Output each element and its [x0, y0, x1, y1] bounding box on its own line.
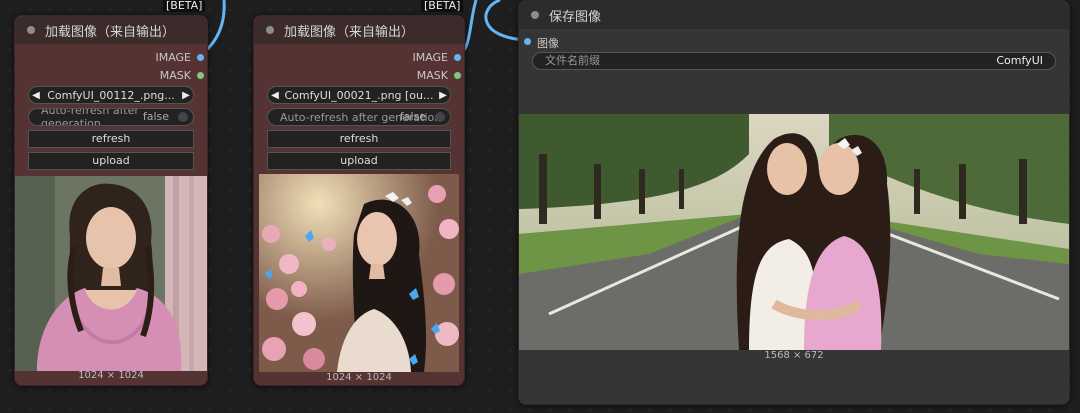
two-women-embracing-road-image: [519, 114, 1069, 350]
image-combo[interactable]: ◀ ComfyUI_00112_.png... ▶: [28, 86, 194, 104]
image-dimensions: 1024 × 1024: [326, 372, 392, 383]
toggle-knob: [178, 112, 188, 122]
portrait-butterflies-roses-image: [259, 174, 459, 372]
mask-output-label: MASK: [159, 69, 191, 82]
refresh-button[interactable]: refresh: [28, 130, 194, 148]
mask-output-slot[interactable]: [454, 72, 461, 79]
image-output-slot[interactable]: [454, 54, 461, 61]
toggle-knob: [435, 112, 445, 122]
upload-button[interactable]: upload: [267, 152, 451, 170]
collapse-dot-icon[interactable]: [531, 11, 539, 19]
arrow-right-icon[interactable]: ▶: [436, 90, 450, 101]
load-image-node-2[interactable]: 加载图像（来自输出） IMAGE MASK ◀ ComfyUI_00021_.p…: [253, 15, 465, 386]
mask-output-slot[interactable]: [197, 72, 204, 79]
image-dimensions: 1024 × 1024: [78, 370, 144, 381]
image-combo[interactable]: ◀ ComfyUI_00021_.png [ou... ▶: [267, 86, 451, 104]
filename-prefix-field[interactable]: 文件名前缀 ComfyUI: [532, 52, 1056, 70]
collapse-dot-icon[interactable]: [27, 26, 35, 34]
node-title: 加载图像（来自输出）: [45, 24, 176, 40]
image-input-label: 图像: [537, 37, 559, 50]
node-title-bar[interactable]: 加载图像（来自输出）: [15, 16, 207, 44]
node-title-bar[interactable]: 加载图像（来自输出）: [254, 16, 464, 44]
image-preview[interactable]: [519, 114, 1069, 350]
image-output-slot[interactable]: [197, 54, 204, 61]
beta-badge: [BETA]: [421, 0, 464, 12]
arrow-left-icon[interactable]: ◀: [268, 90, 282, 101]
upload-button[interactable]: upload: [28, 152, 194, 170]
mask-output-label: MASK: [416, 69, 448, 82]
image-output-label: IMAGE: [412, 51, 448, 64]
refresh-button[interactable]: refresh: [267, 130, 451, 148]
save-image-node[interactable]: 保存图像 图像 文件名前缀 ComfyUI 1568 × 672: [518, 0, 1070, 405]
node-title: 保存图像: [549, 9, 602, 25]
auto-refresh-toggle[interactable]: Auto-refresh after generation false: [28, 108, 194, 126]
image-input-slot[interactable]: [524, 38, 531, 45]
arrow-left-icon[interactable]: ◀: [29, 90, 43, 101]
image-dimensions: 1568 × 672: [764, 350, 824, 361]
image-preview[interactable]: [259, 174, 459, 372]
node-title: 加载图像（来自输出）: [284, 24, 415, 40]
arrow-right-icon[interactable]: ▶: [179, 90, 193, 101]
node-title-bar[interactable]: 保存图像: [519, 1, 1069, 29]
portrait-pink-dress-image: [15, 176, 207, 371]
auto-refresh-toggle[interactable]: Auto-refresh after generation false: [267, 108, 451, 126]
collapse-dot-icon[interactable]: [266, 26, 274, 34]
image-preview[interactable]: [15, 176, 207, 371]
beta-badge: [BETA]: [163, 0, 206, 12]
load-image-node-1[interactable]: 加载图像（来自输出） IMAGE MASK ◀ ComfyUI_00112_.p…: [14, 15, 208, 386]
image-output-label: IMAGE: [155, 51, 191, 64]
